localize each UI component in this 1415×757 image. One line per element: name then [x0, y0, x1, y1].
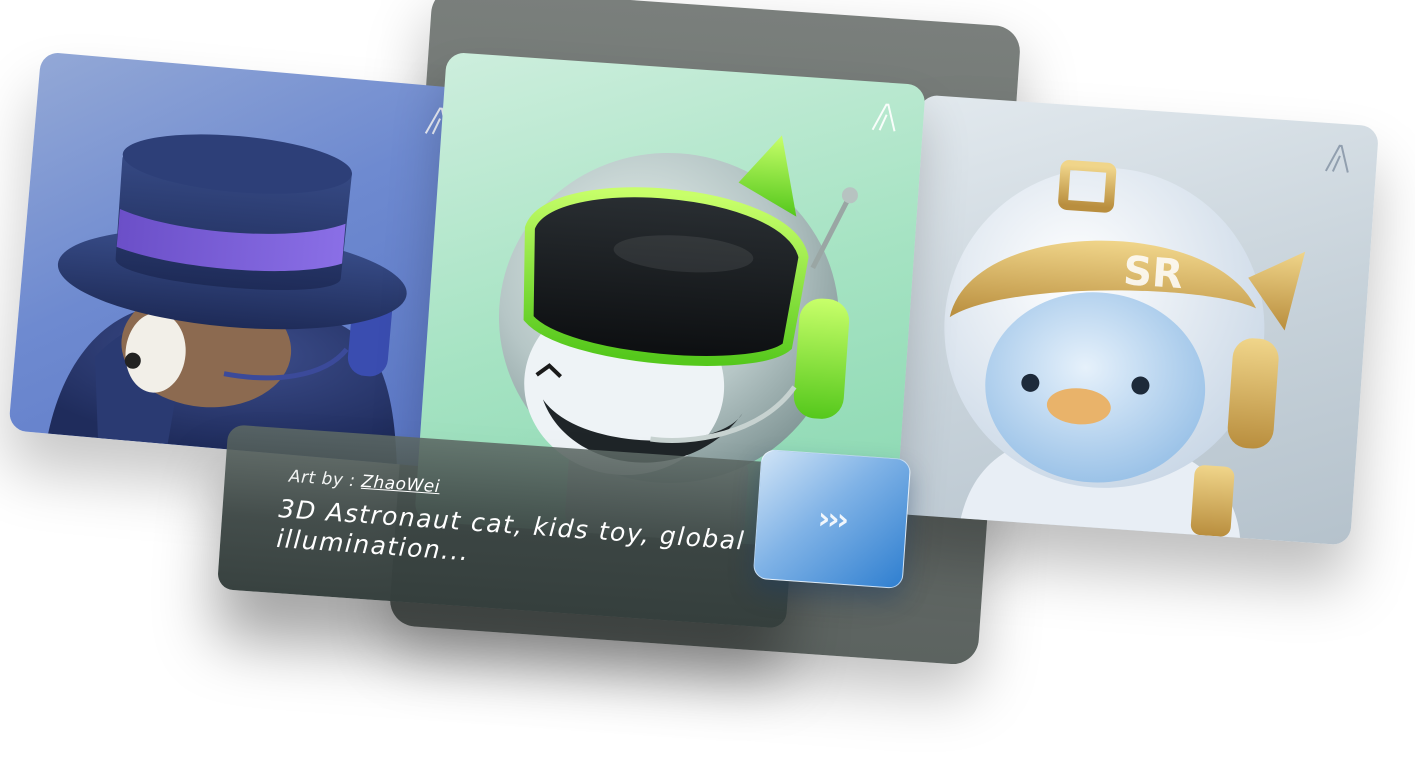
chevrons-right-icon: ››› [816, 500, 848, 538]
author-link[interactable]: ZhaoWei [361, 472, 441, 497]
art-credit: Art by : ZhaoWei [288, 467, 440, 498]
prompt-text: 3D Astronaut cat, kids toy, global illum… [275, 494, 747, 566]
svg-text:SR: SR [1122, 248, 1185, 298]
next-button[interactable]: ››› [752, 448, 912, 590]
showcase-stage: SR Art by: ZhaoWei 3D Astronaut cat, ki… [0, 0, 1415, 757]
astronaut-penguin-art: SR [944, 160, 1306, 538]
artwork-card-right[interactable]: SR [890, 94, 1380, 546]
artwork-card-left[interactable] [8, 51, 480, 469]
credit-prefix: Art by : [288, 466, 363, 492]
hat-character-art [48, 134, 407, 465]
